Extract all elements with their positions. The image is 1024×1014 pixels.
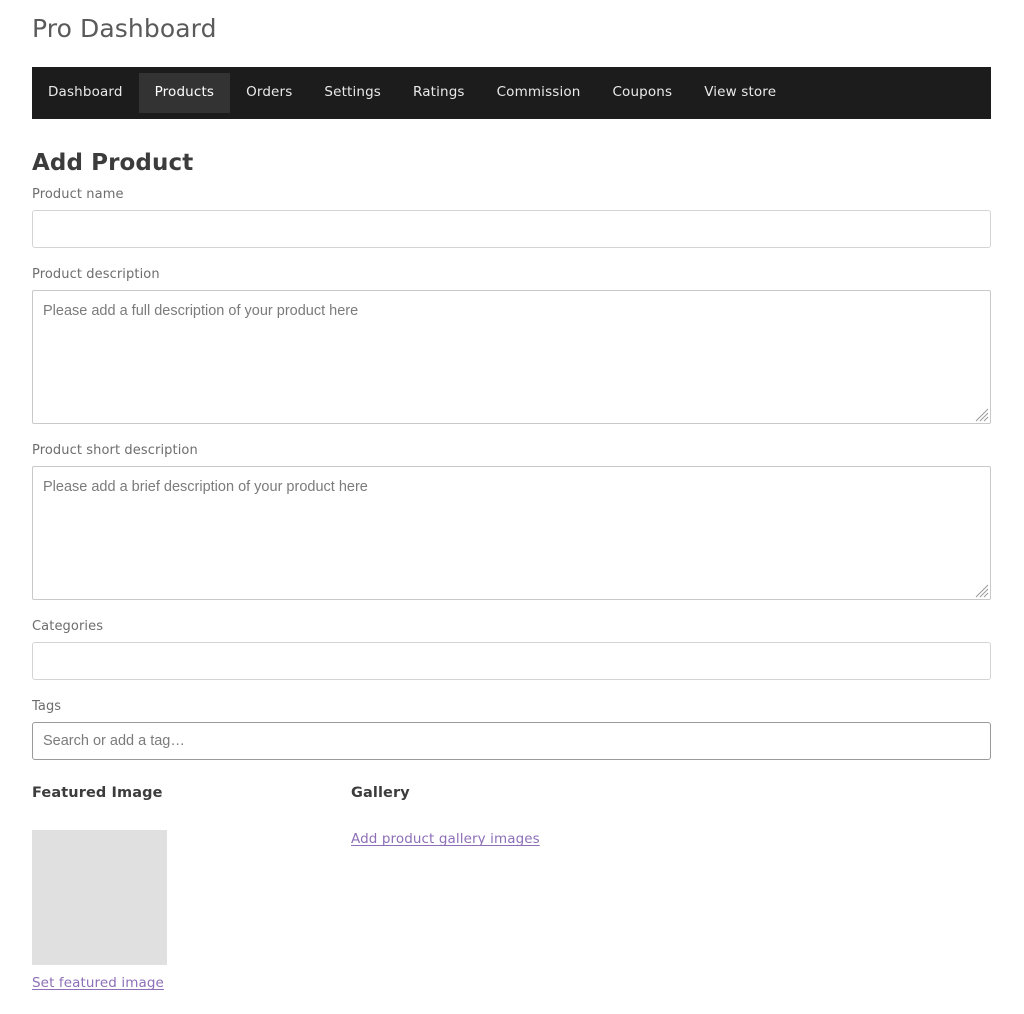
featured-image-column: Featured Image Set featured image: [32, 785, 351, 993]
label-product-short-description: Product short description: [32, 443, 198, 458]
product-short-description-textarea[interactable]: [32, 466, 991, 600]
featured-image-heading: Featured Image: [32, 785, 163, 801]
media-columns: Featured Image Set featured image Galler…: [32, 785, 991, 993]
page-title: Pro Dashboard: [32, 14, 217, 43]
product-media-section: Featured Image Set featured image Galler…: [32, 785, 991, 993]
field-product-description: Product description: [32, 268, 991, 424]
nav-item-dashboard[interactable]: Dashboard: [32, 73, 139, 113]
featured-link-wrap: Set featured image: [32, 974, 351, 993]
label-product-description: Product description: [32, 267, 160, 282]
field-product-name: Product name: [32, 188, 991, 248]
product-description-textarea[interactable]: [32, 290, 991, 424]
section-heading-add-product: Add Product: [32, 150, 194, 177]
tags-input[interactable]: [32, 722, 991, 760]
nav-item-ratings[interactable]: Ratings: [397, 73, 481, 113]
page-root: Pro Dashboard Dashboard Products Orders …: [0, 0, 1024, 1014]
field-categories: Categories: [32, 620, 991, 680]
nav-item-commission[interactable]: Commission: [481, 73, 597, 113]
label-tags: Tags: [32, 699, 62, 714]
nav-item-view-store[interactable]: View store: [688, 73, 792, 113]
product-short-description-wrap: [32, 466, 991, 600]
product-name-input[interactable]: [32, 210, 991, 248]
nav-item-products[interactable]: Products: [138, 73, 231, 113]
nav-item-coupons[interactable]: Coupons: [596, 73, 688, 113]
label-categories: Categories: [32, 619, 104, 634]
featured-image-placeholder[interactable]: [32, 830, 167, 966]
product-description-wrap: [32, 290, 991, 424]
field-product-short-description: Product short description: [32, 444, 991, 600]
add-product-form: Product name Product description Product…: [32, 188, 991, 760]
nav-item-orders[interactable]: Orders: [230, 73, 308, 113]
gallery-column: Gallery Add product gallery images: [351, 785, 751, 849]
field-tags: Tags: [32, 700, 991, 760]
set-featured-image-link[interactable]: Set featured image: [32, 975, 164, 993]
gallery-heading: Gallery: [351, 785, 410, 801]
gallery-link-wrap: Add product gallery images: [351, 830, 751, 849]
add-gallery-images-link[interactable]: Add product gallery images: [351, 831, 540, 849]
label-product-name: Product name: [32, 187, 124, 202]
categories-input[interactable]: [32, 642, 991, 680]
nav-item-settings[interactable]: Settings: [308, 73, 397, 113]
main-navigation: Dashboard Products Orders Settings Ratin…: [32, 67, 991, 119]
